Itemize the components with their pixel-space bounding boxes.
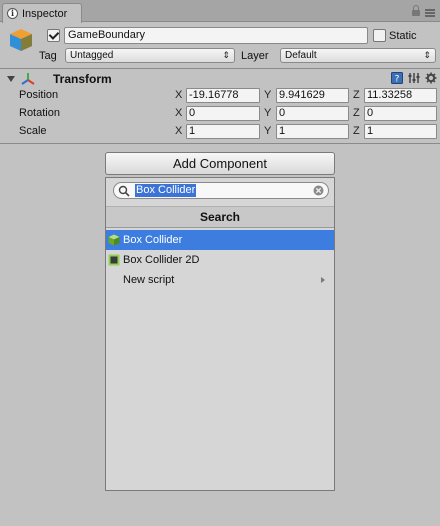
list-item-label: New script xyxy=(123,274,175,286)
layer-dropdown[interactable]: Default ⇕ xyxy=(280,48,436,63)
rotation-z-axis: Z xyxy=(353,107,360,119)
tag-label: Tag xyxy=(39,50,57,62)
active-checkbox[interactable] xyxy=(47,29,60,42)
transform-title: Transform xyxy=(53,72,112,86)
scale-x-axis: X xyxy=(175,125,183,137)
rotation-x-field[interactable]: 0 xyxy=(186,106,260,121)
position-y-axis: Y xyxy=(264,89,272,101)
list-item-box-collider-2d[interactable]: Box Collider 2D xyxy=(106,250,334,270)
position-z-axis: Z xyxy=(353,89,360,101)
rotation-z-field[interactable]: 0 xyxy=(364,106,437,121)
layer-dropdown-value: Default xyxy=(285,50,317,61)
clear-search-icon[interactable] xyxy=(313,185,324,196)
menu-icon[interactable] xyxy=(425,9,435,17)
tab-inspector[interactable]: i Inspector xyxy=(2,3,82,23)
search-results-header: Search xyxy=(106,206,334,228)
rotation-label: Rotation xyxy=(19,107,60,119)
foldout-arrow-icon[interactable] xyxy=(7,76,15,82)
gear-icon[interactable] xyxy=(425,72,437,84)
transform-icon xyxy=(21,73,35,85)
position-label: Position xyxy=(19,89,59,101)
scale-y-field[interactable]: 1 xyxy=(276,124,349,139)
list-item-label: Box Collider xyxy=(123,234,183,246)
object-name-field[interactable]: GameBoundary xyxy=(64,27,368,44)
list-item-new-script[interactable]: New script xyxy=(106,270,334,290)
list-item-label: Box Collider 2D xyxy=(123,254,200,266)
position-y-field[interactable]: 9.941629 xyxy=(276,88,349,103)
position-z-field[interactable]: 11.33258 xyxy=(364,88,437,103)
divider xyxy=(0,143,440,144)
lock-icon[interactable] xyxy=(412,5,420,16)
add-component-button[interactable]: Add Component xyxy=(105,152,335,175)
tag-dropdown[interactable]: Untagged ⇕ xyxy=(65,48,235,63)
rotation-y-field[interactable]: 0 xyxy=(276,106,349,121)
tag-dropdown-value: Untagged xyxy=(70,50,114,61)
dropdown-arrows-icon: ⇕ xyxy=(222,50,230,60)
submenu-arrow-icon xyxy=(321,277,325,283)
scale-z-axis: Z xyxy=(353,125,360,137)
box-collider-2d-icon xyxy=(108,254,120,266)
search-icon xyxy=(118,185,130,197)
static-label: Static xyxy=(389,30,417,42)
help-book-icon[interactable]: ? xyxy=(391,72,403,84)
rotation-x-axis: X xyxy=(175,107,183,119)
divider xyxy=(0,68,440,69)
list-item-box-collider[interactable]: Box Collider xyxy=(106,230,334,250)
svg-text:?: ? xyxy=(395,75,400,85)
position-x-axis: X xyxy=(175,89,183,101)
rotation-y-axis: Y xyxy=(264,107,272,119)
scale-label: Scale xyxy=(19,125,47,137)
gameobject-cube-icon xyxy=(10,29,32,51)
scale-x-field[interactable]: 1 xyxy=(186,124,260,139)
static-checkbox[interactable] xyxy=(373,29,386,42)
layer-label: Layer xyxy=(241,50,269,62)
position-x-field[interactable]: -19.16778 xyxy=(186,88,260,103)
presets-icon[interactable] xyxy=(408,72,420,84)
search-input-value[interactable]: Box Collider xyxy=(135,184,197,197)
scale-y-axis: Y xyxy=(264,125,272,137)
tab-inspector-label: Inspector xyxy=(22,7,68,20)
dropdown-arrows-icon: ⇕ xyxy=(423,50,431,60)
scale-z-field[interactable]: 1 xyxy=(364,124,437,139)
info-icon: i xyxy=(7,8,18,19)
box-collider-icon xyxy=(108,234,120,246)
